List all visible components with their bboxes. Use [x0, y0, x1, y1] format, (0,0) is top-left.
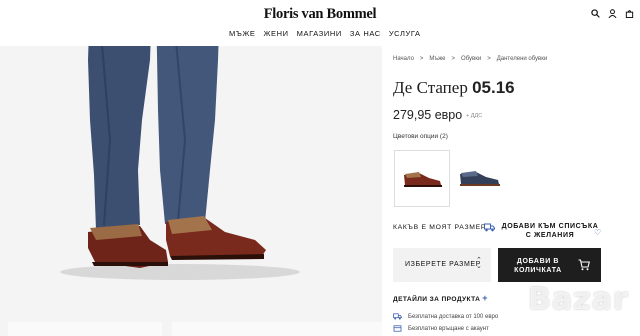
model-legs-illustration — [0, 0, 382, 336]
header-icons — [591, 9, 634, 18]
delivery-truck-icon — [484, 223, 495, 232]
color-swatch-brown[interactable] — [394, 150, 450, 207]
truck-icon — [393, 313, 402, 320]
breadcrumb-separator: > — [487, 56, 491, 62]
breadcrumb-home[interactable]: Начало — [393, 56, 414, 62]
product-price: 279,95 евро — [393, 108, 463, 122]
search-icon[interactable] — [591, 9, 600, 18]
size-guide-link[interactable]: КАКЪВ Е МОЯТ РАЗМЕР — [393, 224, 486, 231]
watermark-logo: Bazar — [528, 282, 629, 317]
nav-item-men[interactable]: МЪЖЕ — [229, 29, 256, 38]
bag-icon[interactable] — [625, 9, 634, 18]
product-details-label: ДЕТАЙЛИ ЗА ПРОДУКТА — [393, 296, 481, 303]
add-to-cart-button[interactable]: ДОБАВИ В КОЛИЧКАТА — [498, 248, 601, 282]
perk-free-delivery: Безплатна доставка от 100 евро — [393, 313, 498, 320]
product-title: Де Стапер 05.16 — [393, 78, 515, 98]
heart-icon[interactable]: ♡ — [594, 228, 601, 237]
brown-shoe-thumbnail — [404, 172, 442, 187]
perk-text: Безплатна доставка от 100 евро — [408, 313, 499, 320]
site-header: Floris van Bommel МЪЖЕ ЖЕНИ МАГАЗИНИ ЗА … — [0, 0, 640, 46]
plus-icon: + — [482, 293, 488, 303]
blue-shoe-thumbnail — [460, 171, 500, 186]
nav-item-women[interactable]: ЖЕНИ — [264, 29, 289, 38]
product-code: 05.16 — [472, 78, 515, 97]
perk-text: Безплатно връщане с акаунт — [408, 325, 489, 332]
breadcrumb-men[interactable]: Мъже — [429, 56, 445, 62]
main-nav: МЪЖЕ ЖЕНИ МАГАЗИНИ ЗА НАС УСЛУГА — [229, 29, 421, 38]
product-name: Де Стапер — [393, 78, 468, 97]
breadcrumb-shoes[interactable]: Обувки — [461, 56, 481, 62]
account-icon[interactable] — [608, 9, 617, 18]
breadcrumb-separator: > — [451, 56, 456, 62]
breadcrumb-lace-shoes[interactable]: Дантелени обувки — [497, 56, 548, 62]
size-select-label: ИЗБЕРЕТЕ РАЗМЕР — [405, 261, 481, 268]
nav-item-service[interactable]: УСЛУГА — [389, 29, 421, 38]
product-details-toggle[interactable]: ДЕТАЙЛИ ЗА ПРОДУКТА + — [393, 293, 488, 303]
nav-item-about[interactable]: ЗА НАС — [350, 29, 381, 38]
breadcrumb: Начало > Мъже > Обувки > Дантелени обувк… — [393, 56, 547, 62]
color-swatch-blue[interactable] — [452, 150, 506, 205]
color-options-label: Цветови опции (2) — [393, 133, 448, 140]
chevron-updown-icon: ⌃ ⌄ — [476, 257, 482, 270]
add-to-cart-label: ДОБАВИ В КОЛИЧКАТА — [514, 258, 562, 274]
cart-icon — [578, 259, 590, 271]
product-hero-image — [0, 0, 382, 336]
size-select[interactable]: ИЗБЕРЕТЕ РАЗМЕР ⌃ ⌄ — [393, 248, 491, 282]
perk-free-returns: Безплатно връщане с акаунт — [393, 325, 489, 332]
brand-logo[interactable]: Floris van Bommel — [0, 6, 640, 23]
nav-item-stores[interactable]: МАГАЗИНИ — [297, 29, 342, 38]
breadcrumb-separator: > — [419, 56, 424, 62]
return-box-icon — [393, 325, 402, 332]
wishlist-label: ДОБАВИ КЪМ СПИСЪКА С ЖЕЛАНИЯ — [501, 223, 599, 239]
vat-note: + ДДС — [466, 113, 483, 119]
